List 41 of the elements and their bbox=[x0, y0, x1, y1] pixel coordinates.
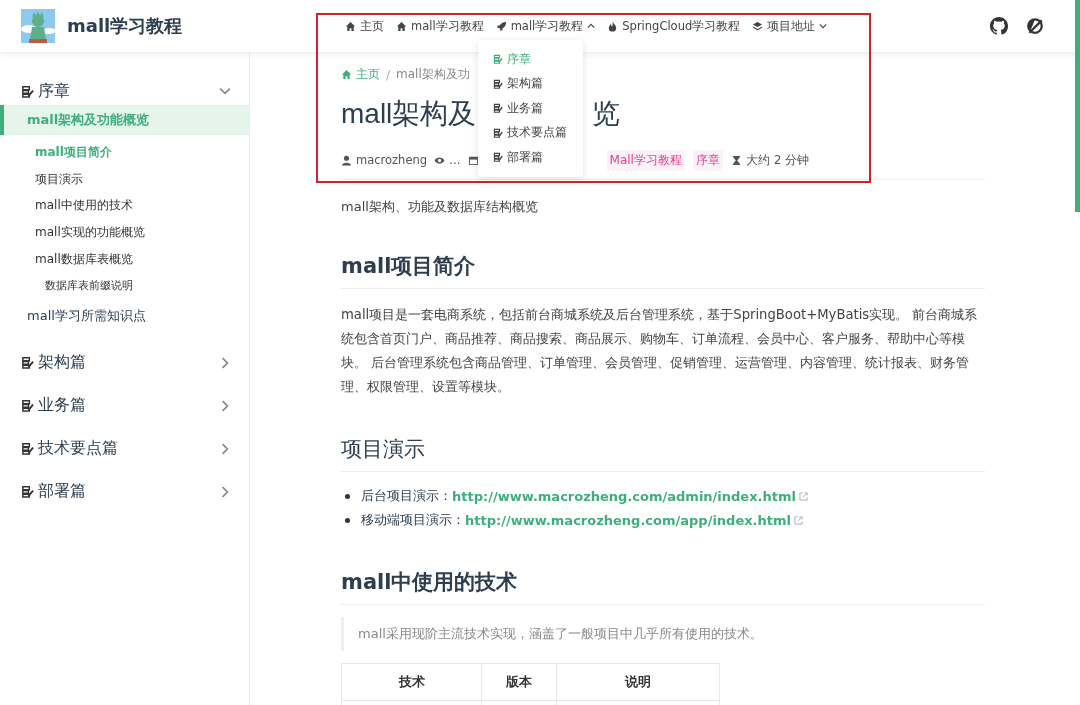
list-label: 后台项目演示： bbox=[361, 487, 452, 505]
sidebar-subitem[interactable]: mall实现的功能概览 bbox=[0, 219, 249, 246]
view-count: ... bbox=[449, 153, 461, 167]
quote-block: mall采用现阶主流技术实现，涵盖了一般项目中几乎所有使用的技术。 bbox=[341, 617, 985, 651]
reading-time: 大约 2 分钟 bbox=[745, 151, 810, 169]
sidebar-group[interactable]: 架构篇 bbox=[0, 349, 249, 376]
nav-link[interactable]: 项目地址 bbox=[752, 18, 828, 34]
breadcrumb-separator: / bbox=[386, 67, 391, 82]
nav-link[interactable]: SpringCloud学习教程 bbox=[607, 18, 741, 34]
sidebar-subitem[interactable]: mall数据库表概览 bbox=[0, 245, 249, 273]
sidebar-subitem[interactable]: mall中使用的技术 bbox=[0, 192, 249, 220]
section-heading: 项目演示 bbox=[341, 436, 426, 463]
sidebar-group[interactable]: 业务篇 bbox=[0, 392, 249, 419]
author-name[interactable]: macrozheng bbox=[356, 153, 428, 167]
table-header-cell: 技术 bbox=[341, 663, 482, 701]
sidebar-item[interactable]: mall学习所需知识点 bbox=[0, 300, 249, 331]
paragraph: mall项目是一套电商系统，包括前台商城系统及后台管理系统，基于SpringBoot+MyBatis实现。 前台商城系统包含首页门户、商品推荐、商品搜索、商品展示、购物车、订单流程、会员中心、客户服务、帮助中心等模块。 后台管理系统包含商品管理、订单管理、会员管理、促销管理、运营管理、内容管理、统计报表、财务管理、权限管理、设置等模块。 bbox=[341, 306, 979, 396]
sidebar-group[interactable]: 序章 bbox=[0, 78, 249, 104]
nav-link[interactable]: mall学习教程 bbox=[396, 18, 484, 34]
sidebar-subitem[interactable]: 项目演示 bbox=[0, 165, 249, 193]
section-heading: mall中使用的技术 bbox=[341, 569, 519, 596]
breadcrumb-current: mall架构及功 bbox=[396, 66, 470, 83]
page-title: mall架构及 bbox=[341, 97, 477, 131]
list-label: 移动端项目演示： bbox=[361, 511, 465, 529]
table-header-cell: 说明 bbox=[556, 663, 720, 701]
dropdown-item[interactable]: 部署篇 bbox=[478, 145, 583, 170]
sidebar-group[interactable]: 部署篇 bbox=[0, 478, 249, 505]
site-title[interactable]: mall学习教程 bbox=[67, 14, 183, 38]
nav-link[interactable]: mall学习教程 bbox=[495, 18, 596, 34]
table-header-cell: 版本 bbox=[481, 663, 557, 701]
tag[interactable]: 序章 bbox=[692, 149, 723, 171]
sidebar-group[interactable]: 技术要点篇 bbox=[0, 435, 249, 462]
section-heading: mall项目简介 bbox=[341, 253, 477, 280]
dropdown-item[interactable]: 架构篇 bbox=[478, 71, 583, 96]
page-title: 览 bbox=[592, 97, 621, 131]
page-description: mall架构、功能及数据库结构概览 bbox=[341, 198, 539, 216]
dropdown-item[interactable]: 技术要点篇 bbox=[478, 120, 583, 145]
sidebar-subitem[interactable]: 数据库表前缀说明 bbox=[0, 272, 249, 299]
tag[interactable]: Mall学习教程 bbox=[606, 149, 685, 171]
nav-link[interactable]: 主页 bbox=[345, 18, 384, 34]
dropdown-item[interactable]: 业务篇 bbox=[478, 96, 583, 121]
